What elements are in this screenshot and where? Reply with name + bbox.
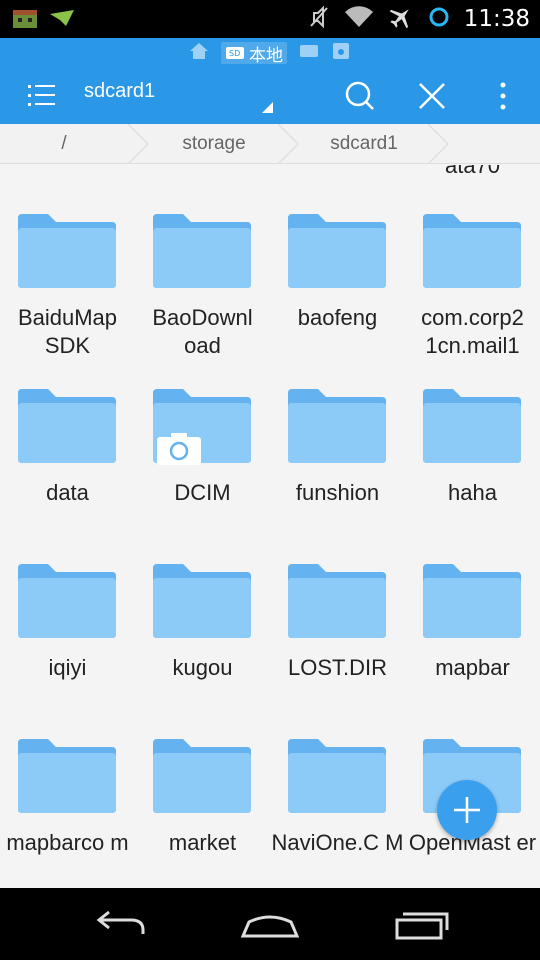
folder-item[interactable]: mapbar bbox=[405, 562, 540, 737]
close-icon bbox=[419, 83, 445, 109]
folder-item[interactable]: baofeng bbox=[270, 212, 405, 387]
dropdown-triangle-icon[interactable] bbox=[262, 102, 273, 113]
local-mode-label: 本地 bbox=[249, 45, 283, 66]
folder-name: mapbar bbox=[435, 655, 510, 680]
sync-icon bbox=[428, 6, 450, 32]
more-options-button[interactable] bbox=[488, 76, 518, 116]
folder-name: NaviOne.C M bbox=[271, 830, 404, 855]
folder-item[interactable]: NaviOne.C M bbox=[270, 737, 405, 888]
folder-item[interactable]: data bbox=[0, 387, 135, 562]
sd-card-icon: SD bbox=[226, 47, 244, 59]
toolbar: sdcard1 bbox=[0, 68, 540, 124]
camera-icon bbox=[157, 433, 201, 465]
folder-icon bbox=[288, 212, 386, 288]
folder-icon bbox=[18, 737, 116, 813]
close-button[interactable] bbox=[412, 76, 452, 116]
status-bar: 11:38 bbox=[0, 0, 540, 38]
network-mode-icon[interactable] bbox=[299, 43, 319, 63]
folder-icon bbox=[18, 387, 116, 463]
folder-item[interactable]: funshion bbox=[270, 387, 405, 562]
folder-item[interactable]: com.corp2 1cn.mail1 bbox=[405, 212, 540, 387]
folder-item[interactable]: DCIM bbox=[135, 387, 270, 562]
app-bar: SD 本地 sdcard1 bbox=[0, 38, 540, 124]
clock: 11:38 bbox=[463, 6, 530, 32]
folder-icon bbox=[18, 212, 116, 288]
breadcrumb-separator-icon bbox=[427, 124, 450, 164]
folder-name: LOST.DIR bbox=[287, 655, 388, 680]
home-button[interactable] bbox=[235, 900, 305, 948]
breadcrumb-sdcard1[interactable]: sdcard1 bbox=[300, 124, 428, 164]
svg-text:SD: SD bbox=[229, 49, 240, 58]
folder-title[interactable]: sdcard1 bbox=[84, 80, 155, 103]
folder-name: baofeng bbox=[297, 305, 378, 330]
folder-name: market bbox=[168, 830, 237, 855]
folder-icon bbox=[423, 562, 521, 638]
partial-file-label: ata70 bbox=[444, 165, 501, 178]
folder-icon bbox=[18, 562, 116, 638]
folder-item[interactable]: market bbox=[135, 737, 270, 888]
menu-button[interactable] bbox=[22, 78, 62, 114]
folder-icon bbox=[288, 737, 386, 813]
folder-name: DCIM bbox=[174, 480, 231, 505]
mode-switcher: SD 本地 bbox=[0, 40, 540, 66]
wifi-icon bbox=[344, 5, 374, 33]
folder-name: funshion bbox=[295, 480, 380, 505]
search-icon bbox=[345, 81, 374, 110]
folder-name: BaiduMap SDK bbox=[17, 305, 118, 358]
airplane-icon bbox=[388, 5, 414, 33]
folder-icon bbox=[153, 212, 251, 288]
folder-icon bbox=[423, 387, 521, 463]
notification-icon bbox=[48, 8, 76, 32]
folder-icon bbox=[288, 387, 386, 463]
search-button[interactable] bbox=[340, 76, 380, 116]
folder-item[interactable]: iqiyi bbox=[0, 562, 135, 737]
folder-icon bbox=[288, 562, 386, 638]
folder-name: kugou bbox=[172, 655, 233, 680]
home-mode-icon[interactable] bbox=[189, 42, 209, 64]
back-icon bbox=[96, 910, 145, 934]
folder-icon bbox=[153, 387, 251, 465]
folder-name: com.corp2 1cn.mail1 bbox=[421, 305, 524, 358]
folder-name: BaoDownl oad bbox=[152, 305, 253, 358]
back-button[interactable] bbox=[85, 900, 155, 948]
folder-item[interactable]: LOST.DIR bbox=[270, 562, 405, 737]
folder-name: mapbarco m bbox=[6, 830, 129, 855]
recents-icon bbox=[395, 912, 449, 940]
more-vert-icon bbox=[500, 82, 506, 110]
add-fab-button[interactable] bbox=[437, 780, 497, 840]
breadcrumb-separator-icon bbox=[277, 124, 300, 164]
home-icon bbox=[240, 915, 300, 938]
folder-name: haha bbox=[448, 480, 497, 505]
folder-icon bbox=[153, 737, 251, 813]
plus-icon bbox=[454, 797, 480, 823]
breadcrumb-separator-icon bbox=[127, 124, 150, 164]
folder-item[interactable]: BaoDownl oad bbox=[135, 212, 270, 387]
remote-mode-icon[interactable] bbox=[331, 42, 351, 64]
navigation-bar bbox=[0, 888, 540, 960]
folder-name: iqiyi bbox=[48, 655, 87, 680]
folder-name: data bbox=[46, 480, 89, 505]
list-menu-icon bbox=[28, 85, 55, 106]
breadcrumb: / storage sdcard1 bbox=[0, 124, 540, 164]
folder-item[interactable]: BaiduMap SDK bbox=[0, 212, 135, 387]
breadcrumb-storage[interactable]: storage bbox=[150, 124, 278, 164]
local-mode-tab[interactable]: SD 本地 bbox=[221, 42, 287, 66]
folder-icon bbox=[153, 562, 251, 638]
breadcrumb-root[interactable]: / bbox=[0, 124, 128, 164]
mute-icon bbox=[308, 5, 330, 33]
folder-item[interactable]: haha bbox=[405, 387, 540, 562]
app-icon bbox=[12, 6, 38, 34]
folder-icon bbox=[423, 212, 521, 288]
folder-item[interactable]: mapbarco m bbox=[0, 737, 135, 888]
recents-button[interactable] bbox=[385, 900, 455, 948]
folder-item[interactable]: kugou bbox=[135, 562, 270, 737]
